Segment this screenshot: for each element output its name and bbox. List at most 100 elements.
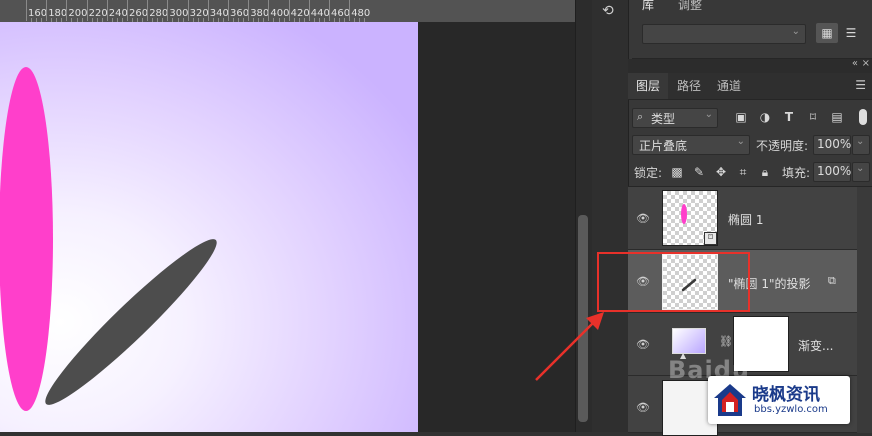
chain-link-icon[interactable]: ⛓︎: [719, 335, 733, 348]
ruler-major-tick: [26, 0, 27, 21]
layer-name[interactable]: 渐变...: [798, 337, 833, 354]
site-watermark: 晓枫资讯 bbs.yzwlo.com: [708, 376, 850, 424]
opacity-label: 不透明度:: [756, 139, 809, 153]
layer-row-shadow[interactable]: 👁︎ "椭圆 1"的投影 ⧉: [628, 250, 857, 313]
ruler-major-tick: [308, 0, 310, 21]
ruler-label: 440: [310, 8, 330, 19]
pink-ellipse: [0, 67, 53, 411]
ruler-major-tick: [288, 0, 290, 21]
chevron-down-icon: ⌄: [791, 26, 800, 37]
eye-icon[interactable]: 👁︎: [636, 212, 650, 225]
ruler-label: 460: [331, 8, 351, 19]
site-watermark-url: bbs.yzwlo.com: [754, 404, 828, 415]
search-icon: ⌕: [637, 110, 644, 123]
library-select[interactable]: ⌄: [642, 24, 806, 44]
layers-panel-tabs: 图层 路径 通道 ☰: [628, 73, 872, 100]
ruler-label: 220: [88, 8, 108, 19]
tab-adjustments[interactable]: 调整: [678, 0, 702, 13]
fill-input[interactable]: 100%: [813, 162, 851, 182]
panel-collapse-bar[interactable]: « ×: [628, 58, 872, 73]
fill-label: 填充:: [782, 166, 811, 180]
tab-channels[interactable]: 通道: [712, 73, 746, 99]
document-canvas[interactable]: [0, 22, 418, 432]
ruler-label: 160: [28, 8, 48, 19]
smart-object-filter-icon[interactable]: ▤: [826, 107, 848, 127]
eye-icon[interactable]: 👁︎: [636, 401, 650, 414]
panel-icon-strip: ⟲: [592, 0, 629, 432]
layer-name[interactable]: 椭圆 1: [728, 211, 763, 228]
ruler-major-tick: [349, 0, 351, 21]
lock-transparent-pixels-icon[interactable]: ▩: [666, 162, 688, 182]
tab-layers[interactable]: 图层: [628, 73, 668, 99]
lock-artboard-icon[interactable]: ⌗: [732, 162, 754, 182]
ruler-major-tick: [248, 0, 250, 21]
house-logo-icon: [714, 384, 746, 416]
tab-library[interactable]: 库: [642, 0, 654, 13]
ruler-label: 420: [290, 8, 310, 19]
close-panel-icon[interactable]: ×: [862, 58, 870, 69]
ruler-label: 360: [230, 8, 250, 19]
panel-menu-icon[interactable]: ☰: [855, 78, 866, 92]
site-watermark-title: 晓枫资讯: [752, 385, 820, 405]
ruler-label: 400: [270, 8, 290, 19]
blend-mode-select[interactable]: 正片叠底 ⌄: [632, 135, 750, 155]
lock-image-pixels-icon[interactable]: ✎: [688, 162, 710, 182]
ruler-major-tick: [187, 0, 189, 21]
opacity-input[interactable]: 100%: [813, 135, 851, 155]
shadow-thumb-art: [681, 278, 697, 292]
ruler-major-tick: [86, 0, 88, 21]
chevron-down-icon: ⌄: [704, 109, 713, 120]
lock-label: 锁定:: [634, 166, 663, 180]
ruler-major-tick: [106, 0, 108, 21]
eye-icon[interactable]: 👁︎: [636, 338, 650, 351]
ruler-major-tick: [46, 0, 48, 21]
ruler-label: 300: [169, 8, 189, 19]
ruler-label: 180: [48, 8, 68, 19]
layer-thumbnail: [662, 254, 718, 310]
layer-row-ellipse[interactable]: 👁︎ ⌑ 椭圆 1: [628, 187, 857, 250]
ruler-major-tick: [228, 0, 229, 21]
collapse-icon[interactable]: «: [852, 58, 858, 69]
opacity-value: 100%: [817, 137, 852, 151]
ruler-major-tick: [329, 0, 330, 21]
ruler-label: 320: [189, 8, 209, 19]
adjustment-filter-icon[interactable]: ◑: [754, 107, 776, 127]
history-icon[interactable]: ⟲: [602, 2, 620, 20]
ruler-major-tick: [268, 0, 270, 21]
ruler-label: 240: [108, 8, 128, 19]
chevron-down-icon: ⌄: [856, 136, 865, 147]
ruler-label: 380: [250, 8, 270, 19]
blend-mode-value: 正片叠底: [639, 139, 688, 153]
ruler-major-tick: [167, 0, 169, 21]
ruler-label: 480: [351, 8, 371, 19]
shape-layer-badge-icon: ⌑: [704, 232, 717, 245]
ruler-major-tick: [147, 0, 149, 21]
adjustment-thumbnail: [672, 328, 706, 354]
shape-filter-icon[interactable]: ⌑: [802, 107, 824, 127]
layer-link-icon: ⧉: [828, 274, 836, 287]
ruler-major-tick: [66, 0, 68, 21]
ruler-label: 280: [149, 8, 169, 19]
fill-dropdown[interactable]: ⌄: [852, 162, 870, 182]
filter-kind-label: 类型: [651, 112, 676, 126]
type-filter-icon[interactable]: T: [778, 107, 800, 127]
tab-paths[interactable]: 路径: [672, 73, 706, 99]
lock-all-icon[interactable]: 🔒︎: [754, 162, 776, 182]
eye-icon[interactable]: 👁︎: [636, 275, 650, 288]
canvas-artwork: [0, 67, 217, 411]
filter-toggle-icon[interactable]: [859, 109, 867, 125]
list-view-icon[interactable]: ☰: [840, 23, 862, 43]
fill-value: 100%: [817, 164, 852, 178]
chevron-down-icon: ⌄: [856, 163, 865, 174]
ruler-major-tick: [127, 0, 128, 21]
layer-name[interactable]: "椭圆 1"的投影: [728, 275, 811, 292]
pixel-filter-icon[interactable]: ▣: [730, 107, 752, 127]
scrollbar-thumb[interactable]: [578, 215, 588, 422]
grid-view-icon[interactable]: ▦: [816, 23, 838, 43]
ruler-label: 340: [209, 8, 229, 19]
layer-filter-select[interactable]: ⌕ 类型 ⌄: [632, 108, 718, 128]
chevron-down-icon: ⌄: [736, 136, 745, 147]
ruler-major-tick: [207, 0, 209, 21]
opacity-dropdown[interactable]: ⌄: [852, 135, 870, 155]
lock-position-icon[interactable]: ✥: [710, 162, 732, 182]
